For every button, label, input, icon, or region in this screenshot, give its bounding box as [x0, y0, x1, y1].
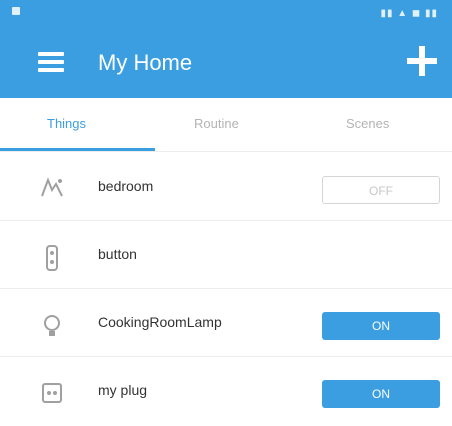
device-name: my plug [98, 382, 148, 398]
app-bar: My Home [0, 28, 452, 98]
device-toggle-on[interactable]: ON [322, 380, 440, 408]
device-toggle-off[interactable]: OFF [322, 176, 440, 204]
status-bar: ▮▮ ▲ ◼ ▮▮ [0, 0, 452, 28]
remote-button-icon [38, 244, 66, 271]
add-icon[interactable] [407, 46, 437, 76]
page-title: My Home [98, 50, 193, 75]
device-row-cookingroomlamp[interactable]: CookingRoomLamp ON [0, 294, 452, 354]
menu-icon[interactable] [38, 52, 64, 72]
device-name: bedroom [98, 178, 154, 194]
plug-icon [38, 380, 66, 404]
device-row-my-plug[interactable]: my plug ON [0, 362, 452, 422]
notification-icon [12, 7, 20, 15]
divider [0, 288, 452, 289]
tab-bar: Things Routine Scenes [0, 98, 452, 152]
tab-scenes[interactable]: Scenes [346, 116, 389, 131]
device-toggle-on[interactable]: ON [322, 312, 440, 340]
device-row-button[interactable]: button [0, 226, 452, 286]
thermostat-icon [38, 176, 66, 200]
tab-things[interactable]: Things [47, 116, 86, 131]
tabs-divider [0, 151, 452, 152]
divider [0, 356, 452, 357]
status-icons: ▮▮ ▲ ◼ ▮▮ [380, 8, 438, 19]
device-row-bedroom[interactable]: bedroom OFF [0, 158, 452, 218]
tab-routine[interactable]: Routine [194, 116, 239, 131]
lamp-icon [38, 312, 66, 336]
divider [0, 220, 452, 221]
device-name: CookingRoomLamp [98, 314, 222, 330]
device-name: button [98, 246, 137, 262]
